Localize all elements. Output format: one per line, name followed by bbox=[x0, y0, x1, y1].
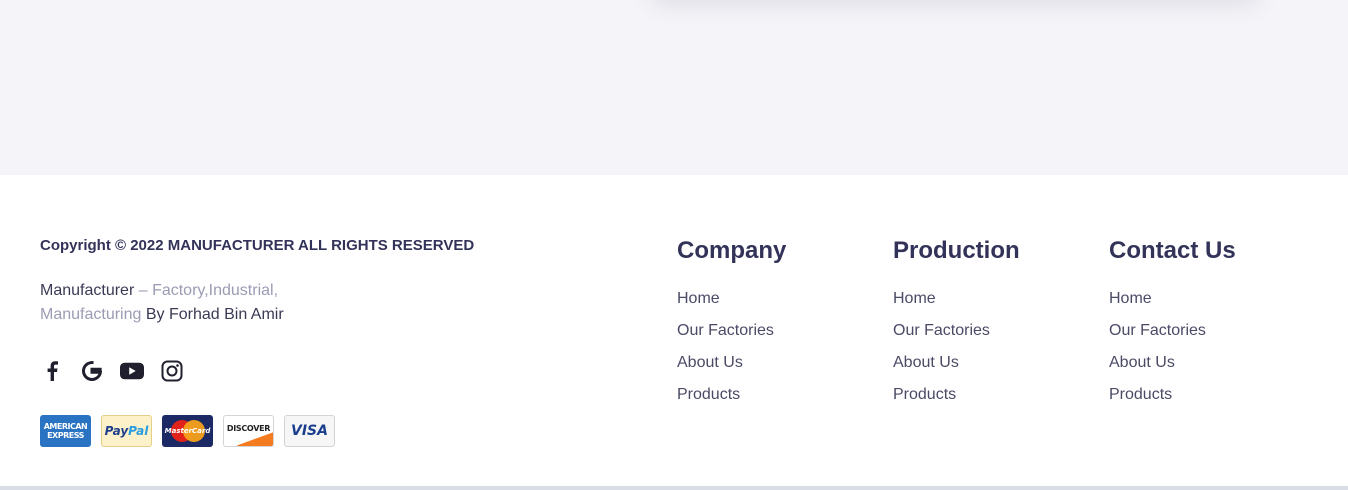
discover-card-icon: DISCOVER bbox=[223, 415, 274, 447]
column-heading: Contact Us bbox=[1109, 237, 1236, 264]
paypal-card-icon: Pay Pal bbox=[101, 415, 152, 447]
copyright-text: Copyright © 2022 MANUFACTURER ALL RIGHTS… bbox=[40, 237, 475, 254]
instagram-icon[interactable] bbox=[160, 359, 184, 383]
footer-link-our-factories[interactable]: Our Factories bbox=[893, 319, 1093, 351]
footer-column-production: Production Home Our Factories About Us P… bbox=[893, 237, 1093, 415]
footer-link-home[interactable]: Home bbox=[677, 287, 877, 319]
footer-link-about-us[interactable]: About Us bbox=[677, 351, 877, 383]
tagline-separator: – bbox=[134, 282, 153, 299]
footer-link-home[interactable]: Home bbox=[1109, 287, 1309, 319]
footer-link-home[interactable]: Home bbox=[893, 287, 1093, 319]
payment-methods: AMERICAN EXPRESS Pay Pal MasterCard DISCO… bbox=[40, 415, 335, 447]
footer-tagline: Manufacturer – Factory,Industrial, Manuf… bbox=[40, 279, 310, 327]
column-heading: Company bbox=[677, 237, 787, 264]
google-icon[interactable] bbox=[80, 359, 104, 383]
amex-card-icon: AMERICAN EXPRESS bbox=[40, 415, 91, 447]
footer-bottom-divider bbox=[0, 486, 1348, 490]
mastercard-card-icon: MasterCard bbox=[162, 415, 213, 447]
facebook-icon[interactable] bbox=[40, 359, 64, 383]
footer-link-products[interactable]: Products bbox=[893, 383, 1093, 415]
social-links bbox=[40, 359, 184, 383]
footer-link-about-us[interactable]: About Us bbox=[893, 351, 1093, 383]
page-upper-section bbox=[0, 0, 1348, 175]
footer-column-company: Company Home Our Factories About Us Prod… bbox=[677, 237, 877, 415]
footer-link-products[interactable]: Products bbox=[1109, 383, 1309, 415]
tagline-brand: Manufacturer bbox=[40, 282, 135, 299]
youtube-icon[interactable] bbox=[120, 359, 144, 383]
visa-card-icon: VISA bbox=[284, 415, 335, 447]
site-footer: Copyright © 2022 MANUFACTURER ALL RIGHTS… bbox=[0, 175, 1348, 487]
footer-link-our-factories[interactable]: Our Factories bbox=[677, 319, 877, 351]
footer-link-products[interactable]: Products bbox=[677, 383, 877, 415]
footer-link-about-us[interactable]: About Us bbox=[1109, 351, 1309, 383]
footer-column-contact-us: Contact Us Home Our Factories About Us P… bbox=[1109, 237, 1309, 415]
footer-link-our-factories[interactable]: Our Factories bbox=[1109, 319, 1309, 351]
tagline-author: By Forhad Bin Amir bbox=[141, 306, 284, 323]
column-heading: Production bbox=[893, 237, 1020, 264]
